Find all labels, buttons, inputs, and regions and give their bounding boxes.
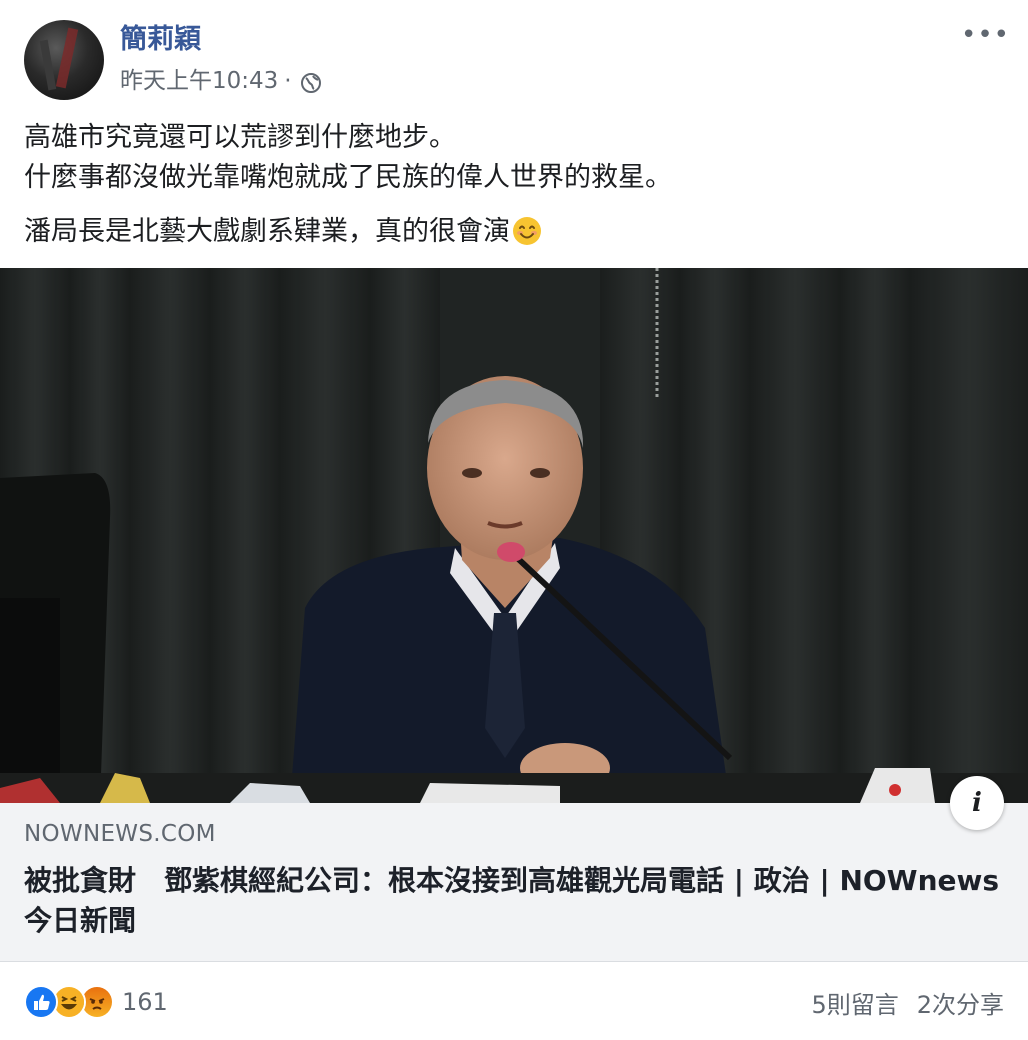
avatar-detail xyxy=(55,27,79,89)
reaction-count: 161 xyxy=(122,988,168,1016)
link-domain: NOWNEWS.COM xyxy=(24,821,216,847)
author-name[interactable]: 簡莉穎 xyxy=(120,22,201,58)
meta-separator: · xyxy=(284,68,292,94)
avatar-detail xyxy=(39,39,57,91)
info-button[interactable]: i xyxy=(950,776,1004,830)
post-body: 高雄市究竟還可以荒謬到什麼地步。 什麼事都沒做光靠嘴炮就成了民族的偉人世界的救星… xyxy=(24,118,1004,252)
more-options-icon[interactable]: ••• xyxy=(961,22,1010,48)
comments-count[interactable]: 5則留言 xyxy=(811,985,898,1020)
like-icon xyxy=(24,985,58,1019)
link-meta[interactable]: NOWNEWS.COM 被批貪財 鄧紫棋經紀公司：根本沒接到高雄觀光局電話 | … xyxy=(0,803,1028,962)
link-preview-card[interactable]: i NOWNEWS.COM 被批貪財 鄧紫棋經紀公司：根本沒接到高雄觀光局電話 … xyxy=(0,268,1028,962)
post-line: 潘局長是北藝大戲劇系肄業，真的很會演 xyxy=(24,216,510,247)
link-title[interactable]: 被批貪財 鄧紫棋經紀公司：根本沒接到高雄觀光局電話 | 政治 | NOWnews… xyxy=(24,861,1004,941)
reactions-summary[interactable]: 161 xyxy=(24,985,168,1019)
link-preview-image[interactable] xyxy=(0,268,1028,803)
post-timestamp[interactable]: 昨天上午10:43 xyxy=(120,64,278,98)
post-meta: 昨天上午10:43 · xyxy=(120,64,322,98)
post-footer: 161 5則留言 2次分享 xyxy=(24,982,1004,1022)
shares-count[interactable]: 2次分享 xyxy=(917,985,1004,1020)
engagement-stats: 5則留言 2次分享 xyxy=(811,985,1004,1020)
globe-icon[interactable] xyxy=(300,70,322,93)
smiling-face-emoji xyxy=(512,216,542,246)
post-line: 什麼事都沒做光靠嘴炮就成了民族的偉人世界的救星。 xyxy=(24,162,672,193)
post-line: 高雄市究竟還可以荒謬到什麼地步。 xyxy=(24,122,456,153)
author-avatar[interactable] xyxy=(24,20,104,100)
post-line-with-emoji: 潘局長是北藝大戲劇系肄業，真的很會演 xyxy=(24,212,1004,252)
